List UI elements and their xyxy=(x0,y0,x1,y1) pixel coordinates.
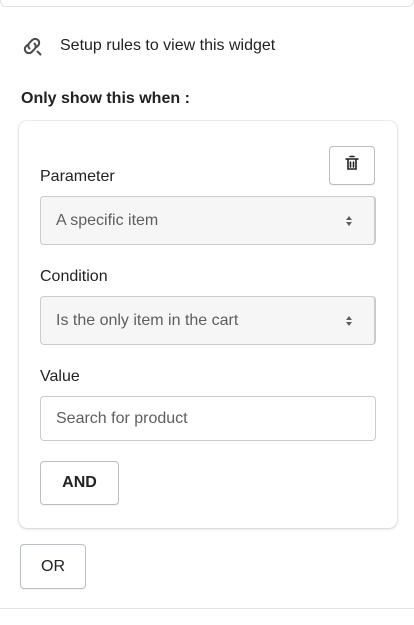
delete-rule-button[interactable] xyxy=(329,146,375,185)
parameter-select[interactable]: A specific item xyxy=(40,196,376,245)
rules-header: Setup rules to view this widget xyxy=(20,34,275,58)
value-label: Value xyxy=(40,368,80,385)
product-search-input[interactable]: Search for product xyxy=(40,396,376,441)
condition-label: Condition xyxy=(40,268,108,285)
bottom-divider xyxy=(0,608,414,609)
trash-icon xyxy=(345,155,359,176)
rule-card: Parameter A specific item Condition Is t… xyxy=(19,121,397,528)
condition-select-value: Is the only item in the cart xyxy=(56,311,239,329)
select-chevron-icon xyxy=(344,313,354,329)
and-button[interactable]: AND xyxy=(40,461,119,505)
section-label: Only show this when : xyxy=(21,90,190,107)
condition-select[interactable]: Is the only item in the cart xyxy=(40,296,376,345)
parameter-select-value: A specific item xyxy=(56,211,159,229)
select-chevron-icon xyxy=(344,213,354,229)
link-chain-icon xyxy=(20,34,44,58)
rules-header-title: Setup rules to view this widget xyxy=(60,37,276,54)
or-button[interactable]: OR xyxy=(20,544,86,589)
widget-rules-panel: Setup rules to view this widget Only sho… xyxy=(0,0,414,625)
parameter-label: Parameter xyxy=(40,168,115,185)
product-search-placeholder: Search for product xyxy=(56,409,188,427)
top-divider xyxy=(0,0,414,7)
